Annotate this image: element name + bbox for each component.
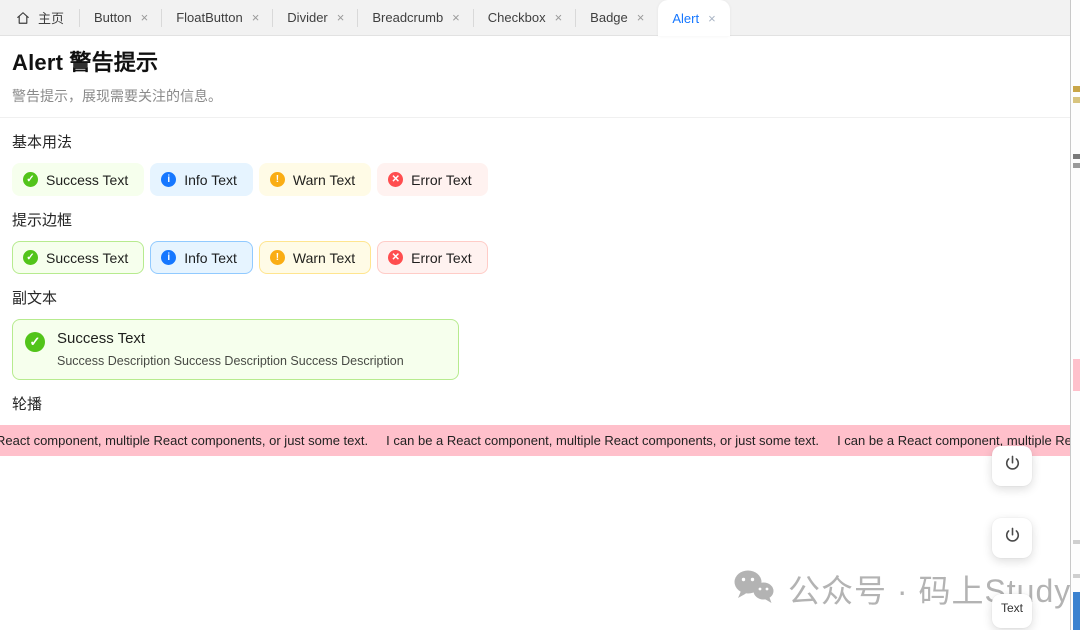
alert-label: Error Text — [411, 172, 471, 188]
section-title-marquee: 轮播 — [12, 393, 1058, 414]
tab-divider[interactable]: Divider × — [273, 0, 358, 35]
page-title: Alert 警告提示 — [12, 45, 1058, 77]
alert-row-basic: ✓ Success Text i Info Text ! Warn Text ✕… — [12, 163, 1058, 196]
close-icon[interactable]: × — [452, 11, 460, 24]
alert-label: Success Text — [46, 250, 128, 266]
header-divider — [0, 117, 1070, 118]
alert-error-bordered: ✕ Error Text — [377, 241, 487, 274]
tab-label: 主页 — [38, 8, 64, 27]
success-icon: ✓ — [23, 250, 38, 265]
tab-badge[interactable]: Badge × — [576, 0, 658, 35]
error-icon: ✕ — [388, 250, 403, 265]
info-icon: i — [161, 250, 176, 265]
section-title-bordered: 提示边框 — [12, 209, 1058, 230]
float-button-text[interactable]: Text — [992, 594, 1032, 628]
float-button-text-label: Text — [1001, 601, 1023, 615]
marquee-text: React component, multiple React componen… — [0, 433, 1070, 448]
error-icon: ✕ — [388, 172, 403, 187]
edge-mark — [1073, 359, 1080, 391]
app-window: 主页 Button × FloatButton × Divider × Brea… — [0, 0, 1080, 630]
alert-label: Warn Text — [293, 172, 355, 188]
alert-warning: ! Warn Text — [259, 163, 371, 196]
alert-label: Info Text — [184, 172, 237, 188]
edge-mark — [1073, 574, 1080, 578]
alert-info-bordered: i Info Text — [150, 241, 253, 274]
section-title-description: 副文本 — [12, 287, 1058, 308]
right-edge-strip — [1070, 0, 1080, 630]
alert-label: Success Text — [46, 172, 128, 188]
alert-title: Success Text — [57, 330, 404, 347]
close-icon[interactable]: × — [337, 11, 345, 24]
info-icon: i — [161, 172, 176, 187]
close-icon[interactable]: × — [252, 11, 260, 24]
power-icon — [1003, 526, 1022, 550]
alert-error: ✕ Error Text — [377, 163, 487, 196]
edge-mark — [1073, 154, 1080, 159]
alert-label: Error Text — [411, 250, 471, 266]
page-subtitle: 警告提示，展现需要关注的信息。 — [12, 86, 1058, 117]
edge-mark — [1073, 97, 1080, 103]
close-icon[interactable]: × — [637, 11, 645, 24]
home-icon — [16, 11, 30, 25]
success-icon: ✓ — [25, 332, 45, 352]
float-button-power-1[interactable] — [992, 446, 1032, 486]
alert-body: Success Text Success Description Success… — [57, 330, 404, 368]
edge-mark — [1073, 86, 1080, 92]
tab-floatbutton[interactable]: FloatButton × — [162, 0, 273, 35]
power-icon — [1003, 454, 1022, 478]
marquee-alert-banner: React component, multiple React componen… — [0, 425, 1070, 456]
tab-breadcrumb[interactable]: Breadcrumb × — [358, 0, 473, 35]
success-icon: ✓ — [23, 172, 38, 187]
edge-mark — [1073, 163, 1080, 168]
tab-label: Checkbox — [488, 10, 546, 25]
alert-info: i Info Text — [150, 163, 253, 196]
alert-row-bordered: ✓ Success Text i Info Text ! Warn Text ✕… — [12, 241, 1058, 274]
tab-label: Button — [94, 10, 132, 25]
float-button-power-2[interactable] — [992, 518, 1032, 558]
alert-warning-bordered: ! Warn Text — [259, 241, 371, 274]
tab-label: Alert — [672, 11, 699, 26]
tab-home[interactable]: 主页 — [0, 0, 80, 35]
tab-label: Badge — [590, 10, 628, 25]
tab-label: Breadcrumb — [372, 10, 443, 25]
edge-mark — [1073, 592, 1080, 630]
tab-button[interactable]: Button × — [80, 0, 162, 35]
page-content: Alert 警告提示 警告提示，展现需要关注的信息。 基本用法 ✓ Succes… — [0, 45, 1070, 456]
tab-label: Divider — [287, 10, 327, 25]
warning-icon: ! — [270, 250, 285, 265]
tab-bar: 主页 Button × FloatButton × Divider × Brea… — [0, 0, 1070, 36]
alert-success-bordered: ✓ Success Text — [12, 241, 144, 274]
alert-label: Info Text — [184, 250, 237, 266]
close-icon[interactable]: × — [708, 12, 716, 25]
close-icon[interactable]: × — [141, 11, 149, 24]
warning-icon: ! — [270, 172, 285, 187]
edge-mark — [1073, 540, 1080, 544]
tab-checkbox[interactable]: Checkbox × — [474, 0, 576, 35]
wechat-icon — [733, 569, 775, 610]
alert-success: ✓ Success Text — [12, 163, 144, 196]
alert-description: Success Description Success Description … — [57, 354, 404, 368]
tab-label: FloatButton — [176, 10, 243, 25]
alert-success-description: ✓ Success Text Success Description Succe… — [12, 319, 459, 380]
section-title-basic: 基本用法 — [12, 131, 1058, 152]
alert-label: Warn Text — [293, 250, 355, 266]
close-icon[interactable]: × — [555, 11, 563, 24]
tab-alert-active[interactable]: Alert × — [658, 0, 729, 36]
browser-window: 主页 Button × FloatButton × Divider × Brea… — [0, 0, 1070, 630]
